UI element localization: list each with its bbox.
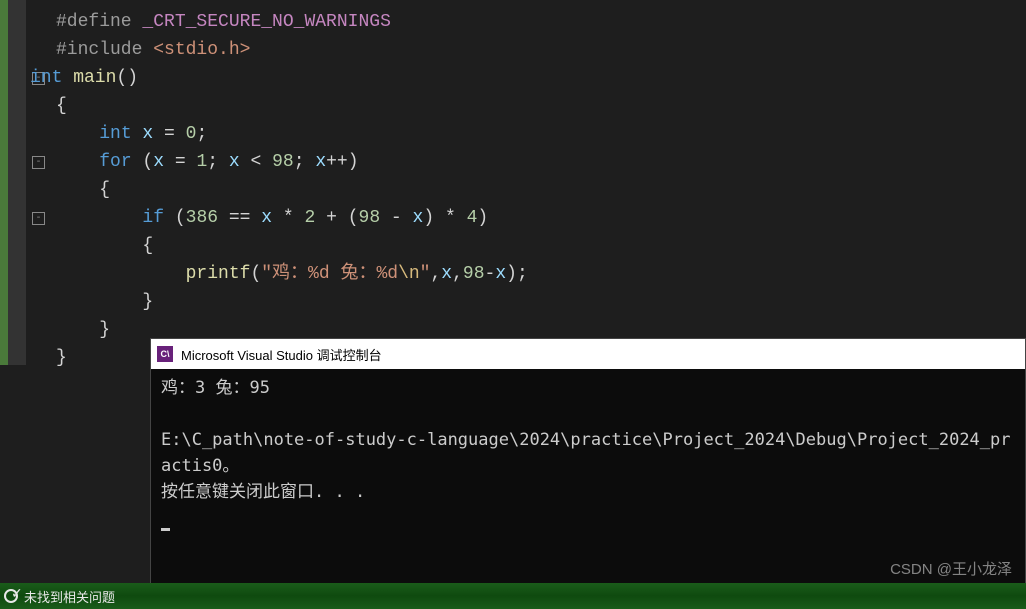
token-string: "鸡：%d 兔：%d — [261, 264, 398, 284]
token-brace: { — [99, 180, 110, 200]
token-var: x — [495, 264, 506, 284]
token-brace: { — [56, 96, 67, 116]
token-var: x — [413, 208, 424, 228]
token-num: 98 — [359, 208, 381, 228]
token-func: printf — [186, 264, 251, 284]
token-num: 0 — [186, 124, 197, 144]
token-paren: ( — [132, 152, 154, 172]
token-op: = — [164, 152, 196, 172]
token-brace: } — [56, 348, 67, 368]
token-comma: , — [452, 264, 463, 284]
fold-toggle[interactable]: - — [32, 156, 45, 169]
token-op: + ( — [315, 208, 358, 228]
console-line: 按任意键关闭此窗口. . . — [161, 479, 1015, 505]
token-preproc: #include — [56, 40, 142, 60]
token-var: x — [132, 124, 154, 144]
token-escape: \n — [398, 264, 420, 284]
console-output[interactable]: 鸡：3 兔：95 E:\C_path\note-of-study-c-langu… — [151, 369, 1025, 537]
token-op: == — [218, 208, 261, 228]
status-text: 未找到相关问题 — [24, 587, 115, 606]
fold-gutter: - - - — [0, 0, 50, 372]
token-type: int — [30, 68, 62, 88]
token-num: 98 — [463, 264, 485, 284]
token-paren: ) — [477, 208, 488, 228]
token-keyword: for — [99, 152, 131, 172]
token-semi: ; — [207, 152, 229, 172]
console-line: E:\C_path\note-of-study-c-language\2024\… — [161, 427, 1015, 479]
token-preproc: #define — [56, 12, 132, 32]
token-num: 2 — [304, 208, 315, 228]
token-brace: } — [99, 320, 110, 340]
token-num: 386 — [186, 208, 218, 228]
token-semi: ; — [294, 152, 316, 172]
console-titlebar[interactable]: C\ Microsoft Visual Studio 调试控制台 — [151, 339, 1025, 369]
token-type: int — [99, 124, 131, 144]
watermark: CSDN @王小龙泽 — [890, 558, 1012, 579]
code-editor[interactable]: - - - #define _CRT_SECURE_NO_WARNINGS #i… — [0, 0, 1026, 372]
token-op: ); — [506, 264, 528, 284]
token-brace: { — [142, 236, 153, 256]
token-op: < — [240, 152, 272, 172]
token-num: 1 — [196, 152, 207, 172]
console-line: 鸡：3 兔：95 — [161, 375, 1015, 401]
token-string: " — [420, 264, 431, 284]
token-angle: < — [142, 40, 164, 60]
token-paren: ( — [164, 208, 186, 228]
token-macro: _CRT_SECURE_NO_WARNINGS — [132, 12, 391, 32]
token-var: x — [229, 152, 240, 172]
token-var: x — [261, 208, 272, 228]
console-cursor — [161, 528, 170, 531]
token-semi: ; — [196, 124, 207, 144]
debug-console-window[interactable]: C\ Microsoft Visual Studio 调试控制台 鸡：3 兔：9… — [150, 338, 1026, 588]
code-content[interactable]: #define _CRT_SECURE_NO_WARNINGS #include… — [0, 0, 1026, 372]
status-check-icon — [4, 589, 18, 603]
token-paren: ( — [250, 264, 261, 284]
token-func: main — [62, 68, 116, 88]
token-brace: } — [142, 292, 153, 312]
status-bar[interactable]: 未找到相关问题 — [0, 583, 1026, 609]
vs-icon: C\ — [157, 346, 173, 362]
token-num: 98 — [272, 152, 294, 172]
token-var: x — [315, 152, 326, 172]
token-paren: () — [116, 68, 138, 88]
token-var: x — [441, 264, 452, 284]
token-op: ) * — [423, 208, 466, 228]
token-header: stdio.h — [164, 40, 240, 60]
token-num: 4 — [467, 208, 478, 228]
token-var: x — [153, 152, 164, 172]
token-op: - — [380, 208, 412, 228]
console-title: Microsoft Visual Studio 调试控制台 — [181, 345, 382, 364]
token-op: * — [272, 208, 304, 228]
console-line — [161, 401, 1015, 427]
token-op: = — [153, 124, 185, 144]
token-op: - — [485, 264, 496, 284]
token-op: ++) — [326, 152, 358, 172]
token-keyword: if — [142, 208, 164, 228]
token-comma: , — [430, 264, 441, 284]
fold-toggle[interactable]: - — [32, 212, 45, 225]
token-angle: > — [240, 40, 251, 60]
